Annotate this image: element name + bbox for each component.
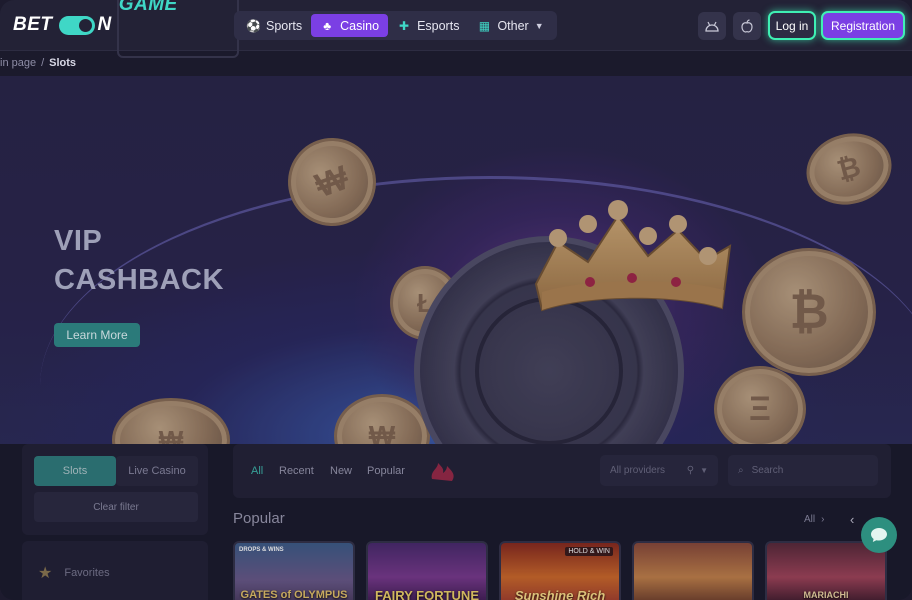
favorites-label: Favorites bbox=[64, 567, 110, 579]
breadcrumb-home[interactable]: in page bbox=[0, 57, 36, 69]
segment-live-casino[interactable]: Live Casino bbox=[116, 456, 198, 486]
main-nav: ⚽ Sports ♣ Casino ✚ Esports ▦ Other ▼ bbox=[234, 11, 557, 40]
nav-sports[interactable]: ⚽ Sports bbox=[237, 14, 311, 37]
filter-icon: ⚲ bbox=[686, 465, 695, 476]
game-card[interactable]: DROPS & WINS GATES of OLYMPUS bbox=[233, 541, 355, 600]
nav-esports-label: Esports bbox=[417, 18, 460, 33]
registration-button[interactable]: Registration bbox=[821, 11, 905, 40]
section-title-popular: Popular bbox=[233, 510, 285, 527]
favorites-panel: ★ Favorites bbox=[22, 541, 208, 600]
tab-all[interactable]: All bbox=[251, 465, 263, 477]
breadcrumb-current: Slots bbox=[49, 57, 77, 69]
search-input[interactable] bbox=[751, 465, 862, 476]
see-all-label: All bbox=[804, 514, 816, 525]
hot-games-icon[interactable] bbox=[428, 459, 456, 485]
logo-game-text: GAME bbox=[116, 0, 239, 58]
breadcrumb-separator: / bbox=[41, 57, 45, 69]
chat-bubble-icon bbox=[871, 528, 887, 542]
grid-icon: ▦ bbox=[478, 18, 491, 33]
app-frame: BET N GAME ⚽ Sports ♣ Casino ✚ Esports ▦… bbox=[0, 0, 912, 600]
clear-filter-button[interactable]: Clear filter bbox=[34, 492, 198, 522]
game-title: MARIACHI bbox=[803, 590, 849, 600]
apple-app-button[interactable] bbox=[733, 12, 761, 40]
game-title: FAIRY FORTUNE bbox=[374, 588, 479, 600]
nav-casino[interactable]: ♣ Casino bbox=[311, 14, 389, 37]
providers-select[interactable]: All providers ⚲ ▼ bbox=[600, 455, 718, 486]
learn-more-button[interactable]: Learn More bbox=[54, 323, 140, 347]
segment-slots[interactable]: Slots bbox=[34, 456, 116, 486]
nav-sports-label: Sports bbox=[266, 18, 303, 33]
chevron-down-icon: ▼ bbox=[534, 20, 544, 31]
logo-n: N bbox=[97, 14, 112, 35]
chat-button[interactable] bbox=[861, 517, 897, 553]
brand-logo[interactable]: BET N GAME bbox=[13, 0, 239, 58]
tab-new[interactable]: New bbox=[330, 465, 352, 477]
favorites-item[interactable]: ★ Favorites bbox=[38, 563, 110, 583]
soccer-ball-icon: ⚽ bbox=[246, 18, 261, 33]
banner-title: VIP CASHBACK bbox=[54, 222, 224, 300]
search-box: ⌕ bbox=[728, 455, 878, 486]
nav-other-label: Other bbox=[497, 18, 529, 33]
game-card[interactable]: FAIRY FORTUNE bbox=[366, 541, 488, 600]
banner-title-line2: CASHBACK bbox=[54, 264, 224, 296]
logo-toggle-icon bbox=[58, 15, 95, 35]
chevron-left-icon[interactable]: ‹ bbox=[850, 512, 854, 527]
game-card[interactable]: HOLD & WIN Sunshine Rich bbox=[499, 541, 621, 600]
tab-popular[interactable]: Popular bbox=[367, 465, 405, 477]
game-card[interactable] bbox=[632, 541, 754, 600]
category-segment: Slots Live Casino bbox=[34, 456, 198, 486]
nav-other[interactable]: ▦ Other ▼ bbox=[468, 14, 552, 37]
top-header: BET N GAME ⚽ Sports ♣ Casino ✚ Esports ▦… bbox=[0, 0, 912, 58]
android-icon bbox=[705, 21, 719, 32]
nav-esports[interactable]: ✚ Esports bbox=[388, 14, 468, 37]
nav-casino-label: Casino bbox=[340, 18, 380, 33]
popular-games-row: DROPS & WINS GATES of OLYMPUS FAIRY FORT… bbox=[233, 541, 887, 600]
game-badge: DROPS & WINS bbox=[239, 547, 284, 553]
banner-title-line1: VIP bbox=[54, 225, 103, 257]
search-icon: ⌕ bbox=[738, 465, 744, 476]
see-all-link[interactable]: All › bbox=[804, 514, 824, 525]
category-filter-panel: Slots Live Casino Clear filter bbox=[22, 444, 208, 535]
login-button[interactable]: Log in bbox=[768, 11, 816, 40]
logo-bet-text: BET bbox=[13, 14, 53, 35]
game-badge: HOLD & WIN bbox=[565, 547, 613, 556]
carousel-pager: ‹ bbox=[850, 512, 854, 527]
game-title: GATES of OLYMPUS bbox=[240, 589, 348, 600]
tab-recent[interactable]: Recent bbox=[279, 465, 314, 477]
star-icon: ★ bbox=[38, 565, 53, 582]
flame-icon bbox=[431, 463, 454, 481]
providers-label: All providers bbox=[610, 465, 666, 476]
breadcrumb: in page / Slots bbox=[0, 57, 76, 69]
chevron-right-icon: › bbox=[821, 514, 825, 525]
gamepad-icon: ✚ bbox=[399, 18, 410, 33]
apple-icon bbox=[741, 19, 753, 33]
chevron-down-icon: ▼ bbox=[700, 466, 708, 475]
promo-banner[interactable]: ₩ ₿ ₿ Ł Ξ ₩ ₩ VIP CASHBACK Learn More bbox=[0, 76, 912, 444]
game-title: Sunshine Rich bbox=[514, 588, 606, 600]
cards-icon: ♣ bbox=[323, 18, 332, 33]
android-app-button[interactable] bbox=[698, 12, 726, 40]
